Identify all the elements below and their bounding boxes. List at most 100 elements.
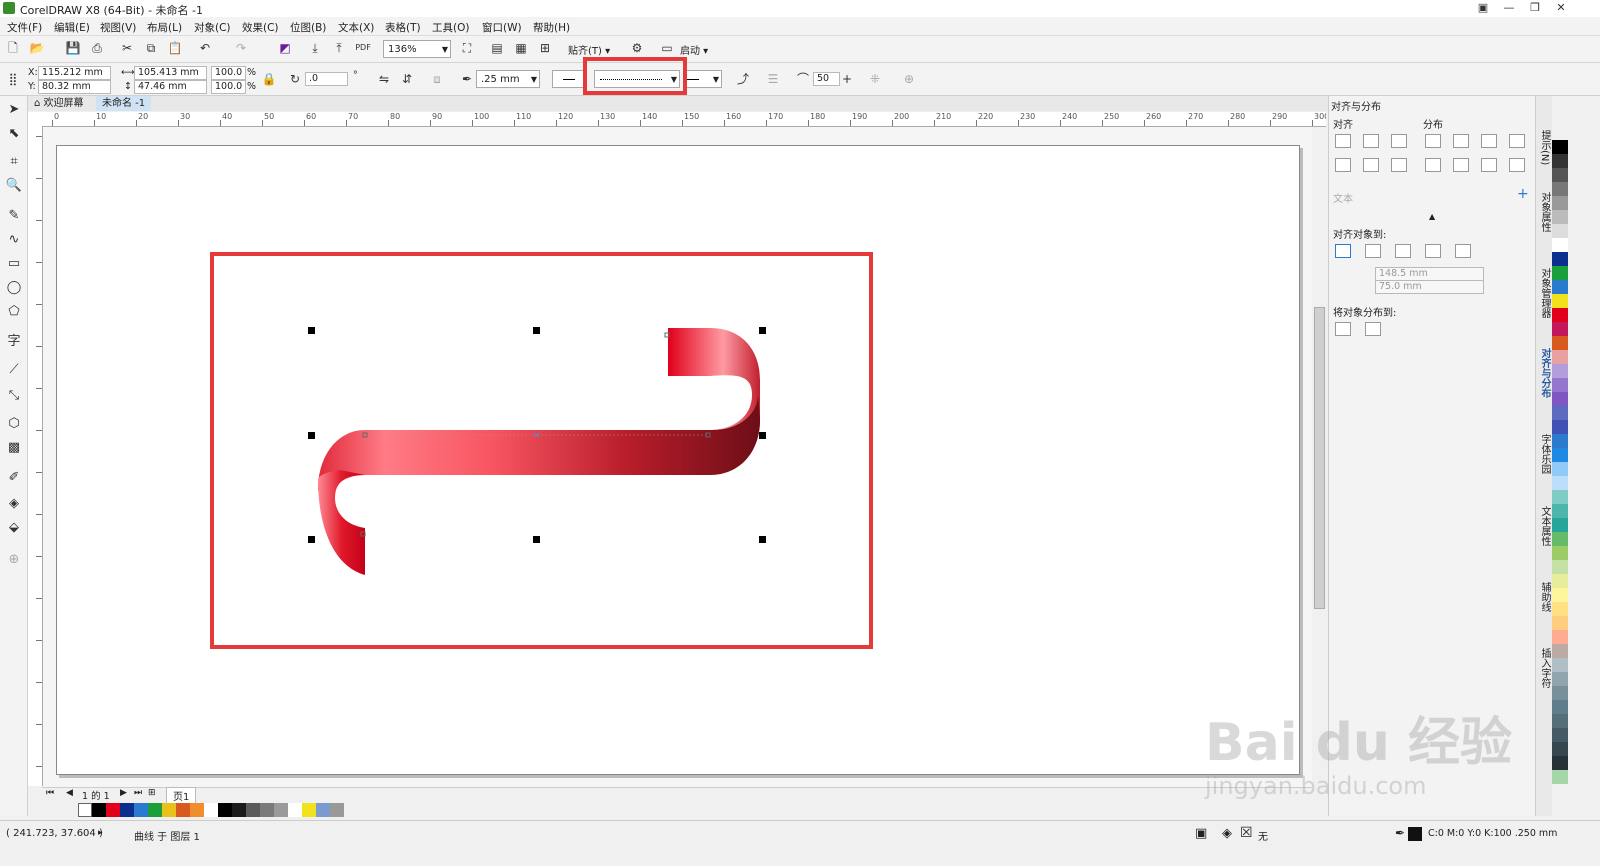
- palette-swatch[interactable]: [274, 803, 288, 817]
- palette-swatch[interactable]: [1552, 630, 1568, 644]
- palette-swatch[interactable]: [316, 803, 330, 817]
- distribute-spacing-v-icon[interactable]: [1509, 158, 1525, 172]
- side-tab-text-properties[interactable]: 文本属性: [1537, 506, 1552, 546]
- side-tab-hints[interactable]: 提示(N): [1537, 130, 1552, 165]
- palette-swatch[interactable]: [1552, 322, 1568, 336]
- palette-swatch[interactable]: [1552, 672, 1568, 686]
- distribute-center-v-icon[interactable]: [1453, 158, 1469, 172]
- palette-swatch[interactable]: [134, 803, 148, 817]
- palette-swatch[interactable]: [1552, 280, 1568, 294]
- vertical-scrollbar[interactable]: [1312, 127, 1326, 787]
- palette-swatch[interactable]: [1552, 252, 1568, 266]
- add-icon[interactable]: +: [1517, 186, 1529, 202]
- fill-icon[interactable]: ◈: [1222, 826, 1232, 841]
- palette-swatch[interactable]: [1552, 336, 1568, 350]
- palette-swatch[interactable]: [232, 803, 246, 817]
- palette-swatch[interactable]: [1552, 448, 1568, 462]
- palette-swatch[interactable]: [288, 803, 302, 817]
- palette-swatch[interactable]: [1552, 742, 1568, 756]
- palette-swatch[interactable]: [260, 803, 274, 817]
- align-x-field[interactable]: 148.5 mm: [1375, 267, 1484, 281]
- distribute-left-icon[interactable]: [1425, 134, 1441, 148]
- vertical-scrollbar-thumb[interactable]: [1314, 307, 1325, 609]
- palette-swatch[interactable]: [1552, 420, 1568, 434]
- side-tab-object-properties[interactable]: 对象属性: [1537, 192, 1552, 232]
- palette-swatch[interactable]: [1552, 658, 1568, 672]
- last-page-icon[interactable]: ⏭: [134, 788, 142, 798]
- palette-swatch[interactable]: [1552, 378, 1568, 392]
- palette-swatch[interactable]: [190, 803, 204, 817]
- palette-swatch[interactable]: [120, 803, 134, 817]
- palette-swatch[interactable]: [1552, 616, 1568, 630]
- side-tab-font-playground[interactable]: 字体乐园: [1537, 434, 1552, 474]
- palette-swatch[interactable]: [1552, 224, 1568, 238]
- palette-swatch[interactable]: [1552, 588, 1568, 602]
- side-tab-align-distribute[interactable]: 对齐与分布: [1537, 348, 1552, 398]
- side-tab-guidelines[interactable]: 辅助线: [1537, 582, 1552, 612]
- palette-swatch[interactable]: [106, 803, 120, 817]
- distribute-to-selection-icon[interactable]: [1335, 322, 1351, 336]
- palette-swatch[interactable]: [1552, 602, 1568, 616]
- collapse-up-icon[interactable]: ▲: [1429, 212, 1435, 221]
- palette-swatch[interactable]: [1552, 770, 1568, 784]
- palette-swatch[interactable]: [218, 803, 232, 817]
- next-page-icon[interactable]: ▶: [120, 788, 127, 798]
- distribute-right-icon[interactable]: [1481, 134, 1497, 148]
- palette-swatch[interactable]: [1552, 560, 1568, 574]
- palette-swatch[interactable]: [1552, 364, 1568, 378]
- palette-swatch[interactable]: [1552, 518, 1568, 532]
- distribute-top-icon[interactable]: [1425, 158, 1441, 172]
- expand-icon[interactable]: ▸: [98, 828, 103, 838]
- palette-swatch[interactable]: [1552, 238, 1568, 252]
- palette-swatch[interactable]: [1552, 182, 1568, 196]
- align-right-icon[interactable]: [1391, 134, 1407, 148]
- palette-swatch[interactable]: [1552, 504, 1568, 518]
- palette-swatch[interactable]: [1552, 462, 1568, 476]
- palette-swatch[interactable]: [1552, 196, 1568, 210]
- palette-swatch[interactable]: [1552, 154, 1568, 168]
- align-y-field[interactable]: 75.0 mm: [1375, 280, 1484, 294]
- prev-page-icon[interactable]: ◀: [66, 788, 73, 798]
- palette-swatch[interactable]: [204, 803, 218, 817]
- palette-swatch[interactable]: [1552, 490, 1568, 504]
- palette-swatch[interactable]: [1552, 756, 1568, 770]
- align-to-grid-icon[interactable]: [1425, 244, 1441, 258]
- palette-swatch[interactable]: [302, 803, 316, 817]
- palette-swatch[interactable]: [78, 803, 92, 817]
- palette-swatch[interactable]: [1552, 686, 1568, 700]
- palette-swatch[interactable]: [1552, 574, 1568, 588]
- outline-pen-icon[interactable]: ✒: [1395, 826, 1405, 840]
- align-to-active-objects-icon[interactable]: [1335, 244, 1351, 258]
- palette-swatch[interactable]: [1552, 728, 1568, 742]
- palette-swatch[interactable]: [1552, 434, 1568, 448]
- palette-swatch[interactable]: [1552, 168, 1568, 182]
- align-left-icon[interactable]: [1335, 134, 1351, 148]
- palette-swatch[interactable]: [1552, 294, 1568, 308]
- page-tab[interactable]: 页1: [166, 787, 197, 804]
- distribute-center-h-icon[interactable]: [1453, 134, 1469, 148]
- palette-swatch[interactable]: [92, 803, 106, 817]
- color-proof-icon[interactable]: ▣: [1195, 826, 1207, 841]
- palette-swatch[interactable]: [1552, 392, 1568, 406]
- add-page-icon[interactable]: ⊞: [148, 788, 156, 798]
- palette-swatch[interactable]: [1552, 476, 1568, 490]
- palette-swatch[interactable]: [330, 803, 344, 817]
- distribute-bottom-icon[interactable]: [1481, 158, 1497, 172]
- align-to-point-icon[interactable]: [1455, 244, 1471, 258]
- palette-swatch[interactable]: [1552, 532, 1568, 546]
- palette-swatch[interactable]: [1552, 266, 1568, 280]
- palette-swatch[interactable]: [1552, 210, 1568, 224]
- palette-swatch[interactable]: [148, 803, 162, 817]
- palette-swatch[interactable]: [1552, 406, 1568, 420]
- align-bottom-icon[interactable]: [1391, 158, 1407, 172]
- palette-swatch[interactable]: [246, 803, 260, 817]
- align-to-page-edge-icon[interactable]: [1365, 244, 1381, 258]
- palette-swatch[interactable]: [176, 803, 190, 817]
- palette-swatch[interactable]: [162, 803, 176, 817]
- align-center-v-icon[interactable]: [1363, 158, 1379, 172]
- align-center-h-icon[interactable]: [1363, 134, 1379, 148]
- distribute-spacing-h-icon[interactable]: [1509, 134, 1525, 148]
- palette-swatch[interactable]: [1552, 140, 1568, 154]
- align-top-icon[interactable]: [1335, 158, 1351, 172]
- first-page-icon[interactable]: ⏮: [46, 788, 54, 798]
